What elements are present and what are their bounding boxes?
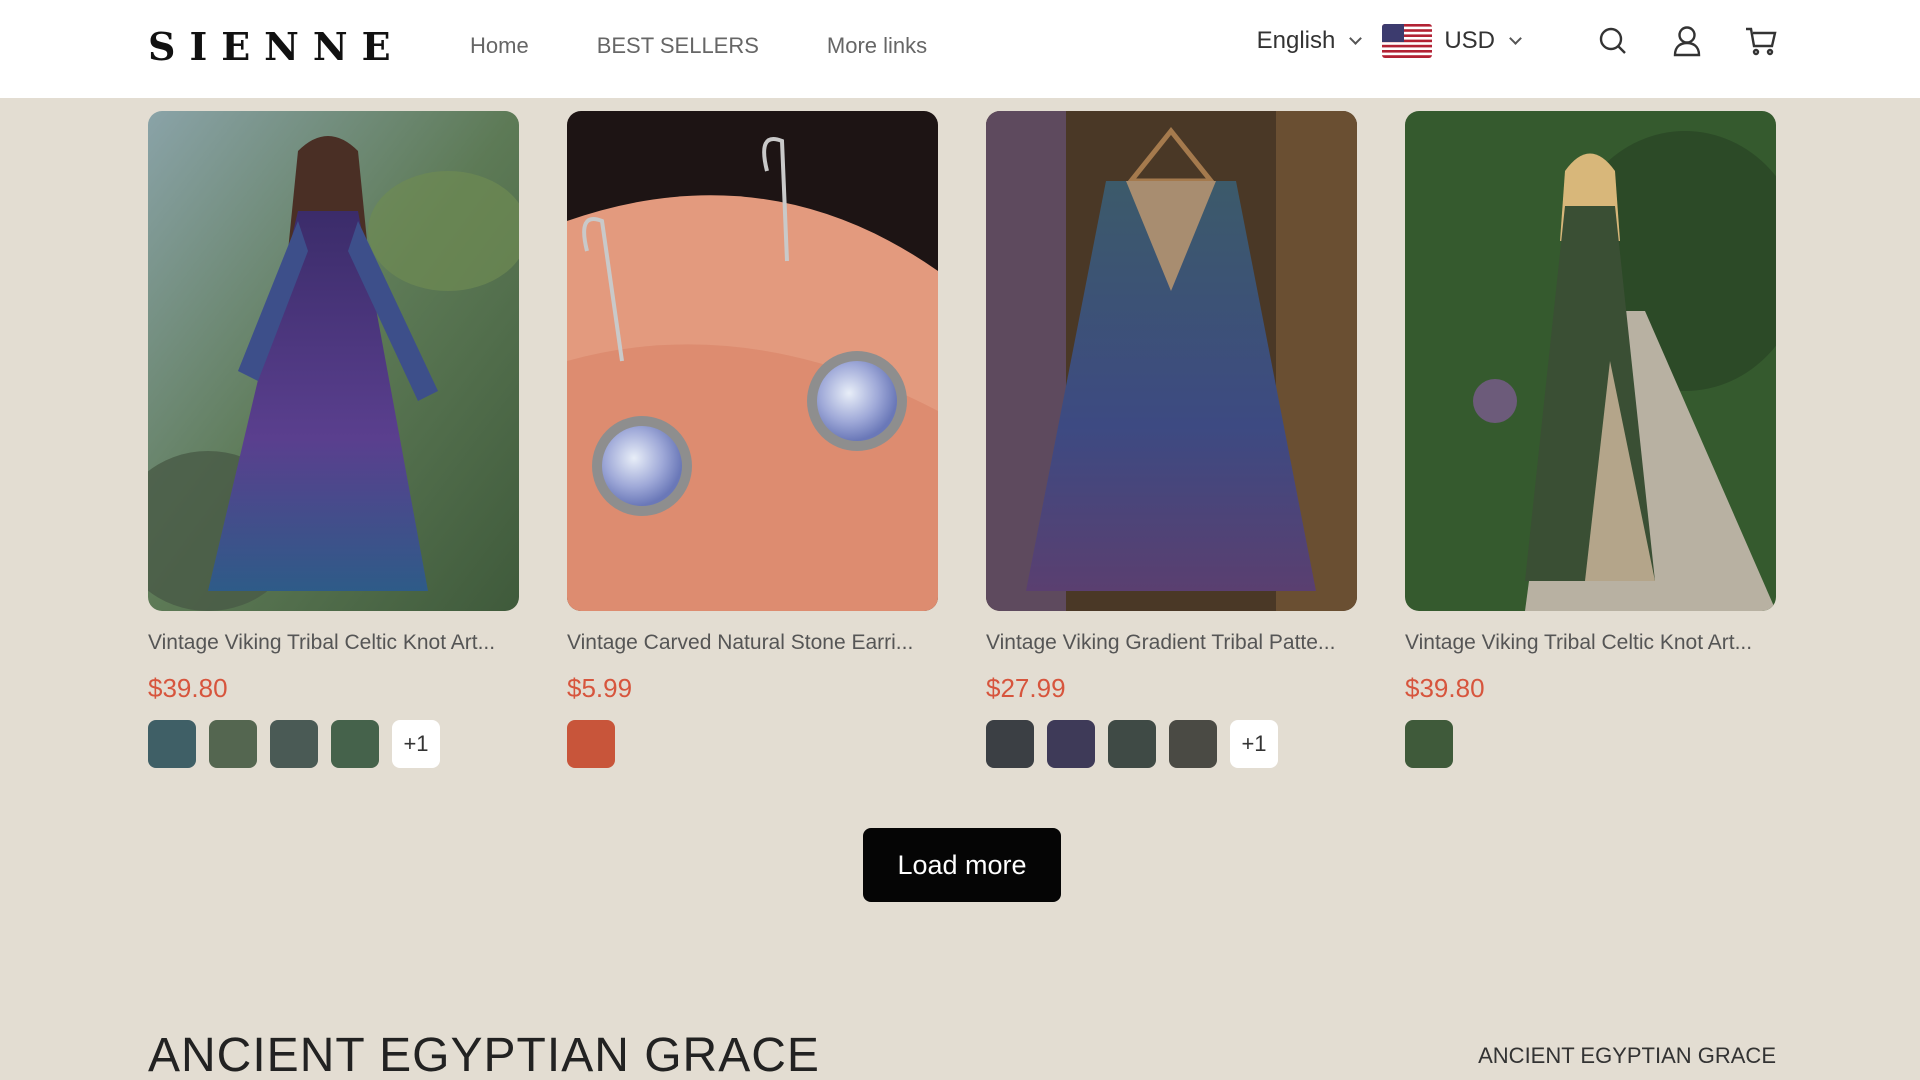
cart-icon[interactable] [1744, 24, 1778, 58]
product-price: $39.80 [1405, 673, 1485, 703]
user-icon[interactable] [1670, 24, 1704, 58]
color-swatch[interactable] [986, 720, 1034, 768]
currency-selector[interactable]: USD [1382, 24, 1522, 58]
load-more-button[interactable]: Load more [863, 828, 1061, 902]
product-title[interactable]: Vintage Viking Gradient Tribal Patte... [986, 631, 1357, 655]
color-swatches: +1 [148, 720, 519, 768]
nav-home[interactable]: Home [470, 33, 529, 59]
us-flag-icon [1382, 24, 1433, 58]
color-swatch[interactable] [567, 720, 615, 768]
product-card[interactable]: Vintage Viking Tribal Celtic Knot Art...… [1405, 111, 1776, 768]
color-swatch[interactable] [209, 720, 257, 768]
more-swatches-button[interactable]: +1 [392, 720, 440, 768]
color-swatches: +1 [986, 720, 1357, 768]
color-swatches [1405, 720, 1776, 768]
product-image[interactable] [567, 111, 938, 611]
language-selector[interactable]: English [1256, 27, 1363, 55]
product-image[interactable] [148, 111, 519, 611]
product-title[interactable]: Vintage Viking Tribal Celtic Knot Art... [148, 631, 519, 655]
site-header: SIENNE Home BEST SELLERS More links Engl… [0, 0, 1920, 98]
color-swatch[interactable] [270, 720, 318, 768]
color-swatch[interactable] [148, 720, 196, 768]
section-link[interactable]: ANCIENT EGYPTIAN GRACE [1478, 1043, 1776, 1069]
chevron-down-icon [1349, 31, 1363, 45]
brand-logo[interactable]: SIENNE [148, 24, 405, 69]
color-swatch[interactable] [1405, 720, 1453, 768]
product-price: $5.99 [567, 673, 633, 703]
nav-best-sellers[interactable]: BEST SELLERS [597, 33, 759, 59]
header-tools: English USD [1257, 24, 1778, 58]
more-swatches-button[interactable]: +1 [1230, 720, 1278, 768]
chevron-down-icon [1509, 31, 1522, 45]
currency-label: USD [1444, 27, 1495, 54]
product-card[interactable]: Vintage Viking Gradient Tribal Patte... … [986, 111, 1357, 768]
product-card[interactable]: Vintage Carved Natural Stone Earri... $5… [567, 111, 938, 768]
product-price: $39.80 [148, 673, 228, 703]
color-swatch[interactable] [1108, 720, 1156, 768]
product-image[interactable] [1405, 111, 1776, 611]
product-title[interactable]: Vintage Carved Natural Stone Earri... [567, 631, 938, 655]
product-image[interactable] [986, 111, 1357, 611]
main-nav: Home BEST SELLERS More links [470, 33, 927, 59]
nav-more-links[interactable]: More links [827, 33, 927, 59]
product-card[interactable]: Vintage Viking Tribal Celtic Knot Art...… [148, 111, 519, 768]
search-icon[interactable] [1596, 24, 1630, 58]
color-swatch[interactable] [1047, 720, 1095, 768]
color-swatch[interactable] [1169, 720, 1217, 768]
language-label: English [1256, 27, 1336, 54]
color-swatches [567, 720, 938, 768]
section-title: ANCIENT EGYPTIAN GRACE [148, 1029, 820, 1080]
product-title[interactable]: Vintage Viking Tribal Celtic Knot Art... [1405, 631, 1776, 655]
product-price: $27.99 [986, 673, 1066, 703]
color-swatch[interactable] [331, 720, 379, 768]
product-grid: Vintage Viking Tribal Celtic Knot Art...… [148, 111, 1776, 768]
